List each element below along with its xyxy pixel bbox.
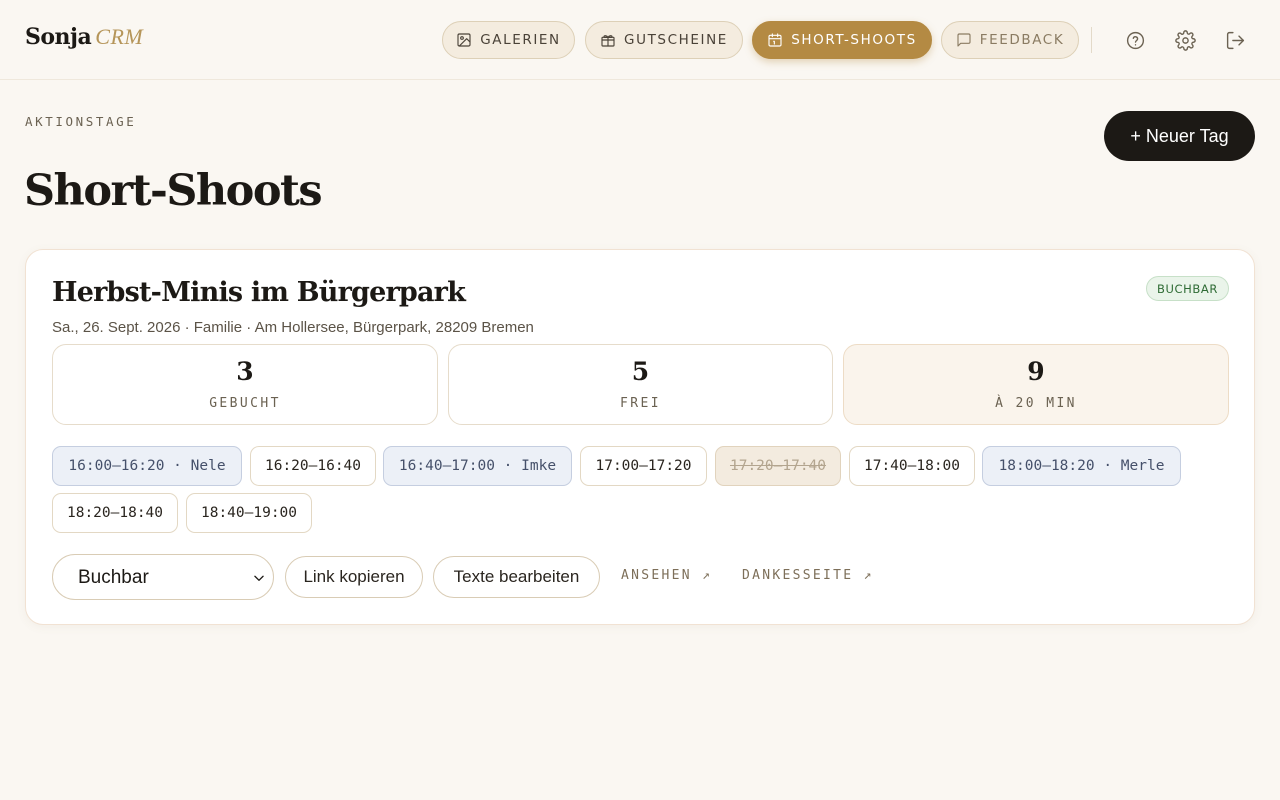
event-meta: Sa., 26. Sept. 2026 · Familie · Am Holle… xyxy=(52,319,534,336)
new-day-button[interactable]: + Neuer Tag xyxy=(1104,111,1255,161)
nav-gutscheine[interactable]: GUTSCHEINE xyxy=(585,21,743,59)
help-button[interactable] xyxy=(1121,26,1149,54)
time-slot[interactable]: 18:40–19:00 xyxy=(186,493,312,533)
stat-booked: 3 GEBUCHT xyxy=(52,344,438,425)
nav-label: FEEDBACK xyxy=(979,32,1065,48)
stat-label: À 20 MIN xyxy=(995,396,1077,411)
page-title: Short-Shoots xyxy=(24,166,323,216)
nav-short-shoots[interactable]: SHORT-SHOOTS xyxy=(752,21,932,59)
view-link[interactable]: ANSEHEN ↗ xyxy=(621,568,712,583)
time-slot[interactable]: 16:20–16:40 xyxy=(250,446,376,486)
gift-icon xyxy=(601,35,615,47)
image-icon xyxy=(457,33,471,47)
nav-feedback[interactable]: FEEDBACK xyxy=(941,21,1079,59)
stat-slot-count: 9 À 20 MIN xyxy=(843,344,1229,425)
chevron-down-icon xyxy=(254,575,264,581)
nav-divider xyxy=(1091,27,1092,53)
help-icon xyxy=(1126,31,1144,49)
brand-logo[interactable]: Sonja CRM xyxy=(25,24,143,50)
settings-button[interactable] xyxy=(1171,26,1199,54)
stat-value: 5 xyxy=(631,357,650,386)
time-slot[interactable]: 17:20–17:40 xyxy=(715,446,841,486)
status-select[interactable]: Buchbar xyxy=(52,554,274,600)
thanks-page-link[interactable]: DANKESSEITE ↗ xyxy=(742,568,874,583)
copy-link-button[interactable]: Link kopieren xyxy=(285,556,423,598)
calendar-icon xyxy=(768,33,782,47)
logout-icon xyxy=(1226,31,1244,49)
time-slot[interactable]: 16:00–16:20 · Nele xyxy=(52,446,242,486)
status-badge: BUCHBAR xyxy=(1146,276,1229,301)
time-slot[interactable]: 17:40–18:00 xyxy=(849,446,975,486)
event-card: Herbst-Minis im Bürgerpark Sa., 26. Sept… xyxy=(25,249,1255,625)
time-slot[interactable]: 18:20–18:40 xyxy=(52,493,178,533)
brand-name: Sonja xyxy=(25,24,92,50)
stat-value: 3 xyxy=(236,357,254,386)
time-slot[interactable]: 17:00–17:20 xyxy=(580,446,707,486)
nav-label: SHORT-SHOOTS xyxy=(791,32,917,48)
settings-icon xyxy=(1174,29,1196,51)
edit-texts-button[interactable]: Texte bearbeiten xyxy=(433,556,600,598)
status-select-value: Buchbar xyxy=(78,567,149,588)
stat-free: 5 FREI xyxy=(448,344,833,425)
section-eyebrow: AKTIONSTAGE xyxy=(25,114,137,129)
nav-label: GUTSCHEINE xyxy=(624,32,728,48)
nav-label: GALERIEN xyxy=(480,32,561,48)
message-icon xyxy=(957,33,971,47)
stat-label: FREI xyxy=(620,396,661,411)
time-slot[interactable]: 18:00–18:20 · Merle xyxy=(982,446,1181,486)
brand-suffix: CRM xyxy=(95,24,144,49)
stat-value: 9 xyxy=(1027,357,1045,386)
top-bar: Sonja CRM GALERIEN GUTSCHEINE SHORT-SHOOT… xyxy=(0,0,1280,80)
event-title: Herbst-Minis im Bürgerpark xyxy=(52,277,466,308)
logout-button[interactable] xyxy=(1221,26,1249,54)
stat-label: GEBUCHT xyxy=(209,396,281,411)
nav-galerien[interactable]: GALERIEN xyxy=(442,21,575,59)
time-slot[interactable]: 16:40–17:00 · Imke xyxy=(383,446,572,486)
